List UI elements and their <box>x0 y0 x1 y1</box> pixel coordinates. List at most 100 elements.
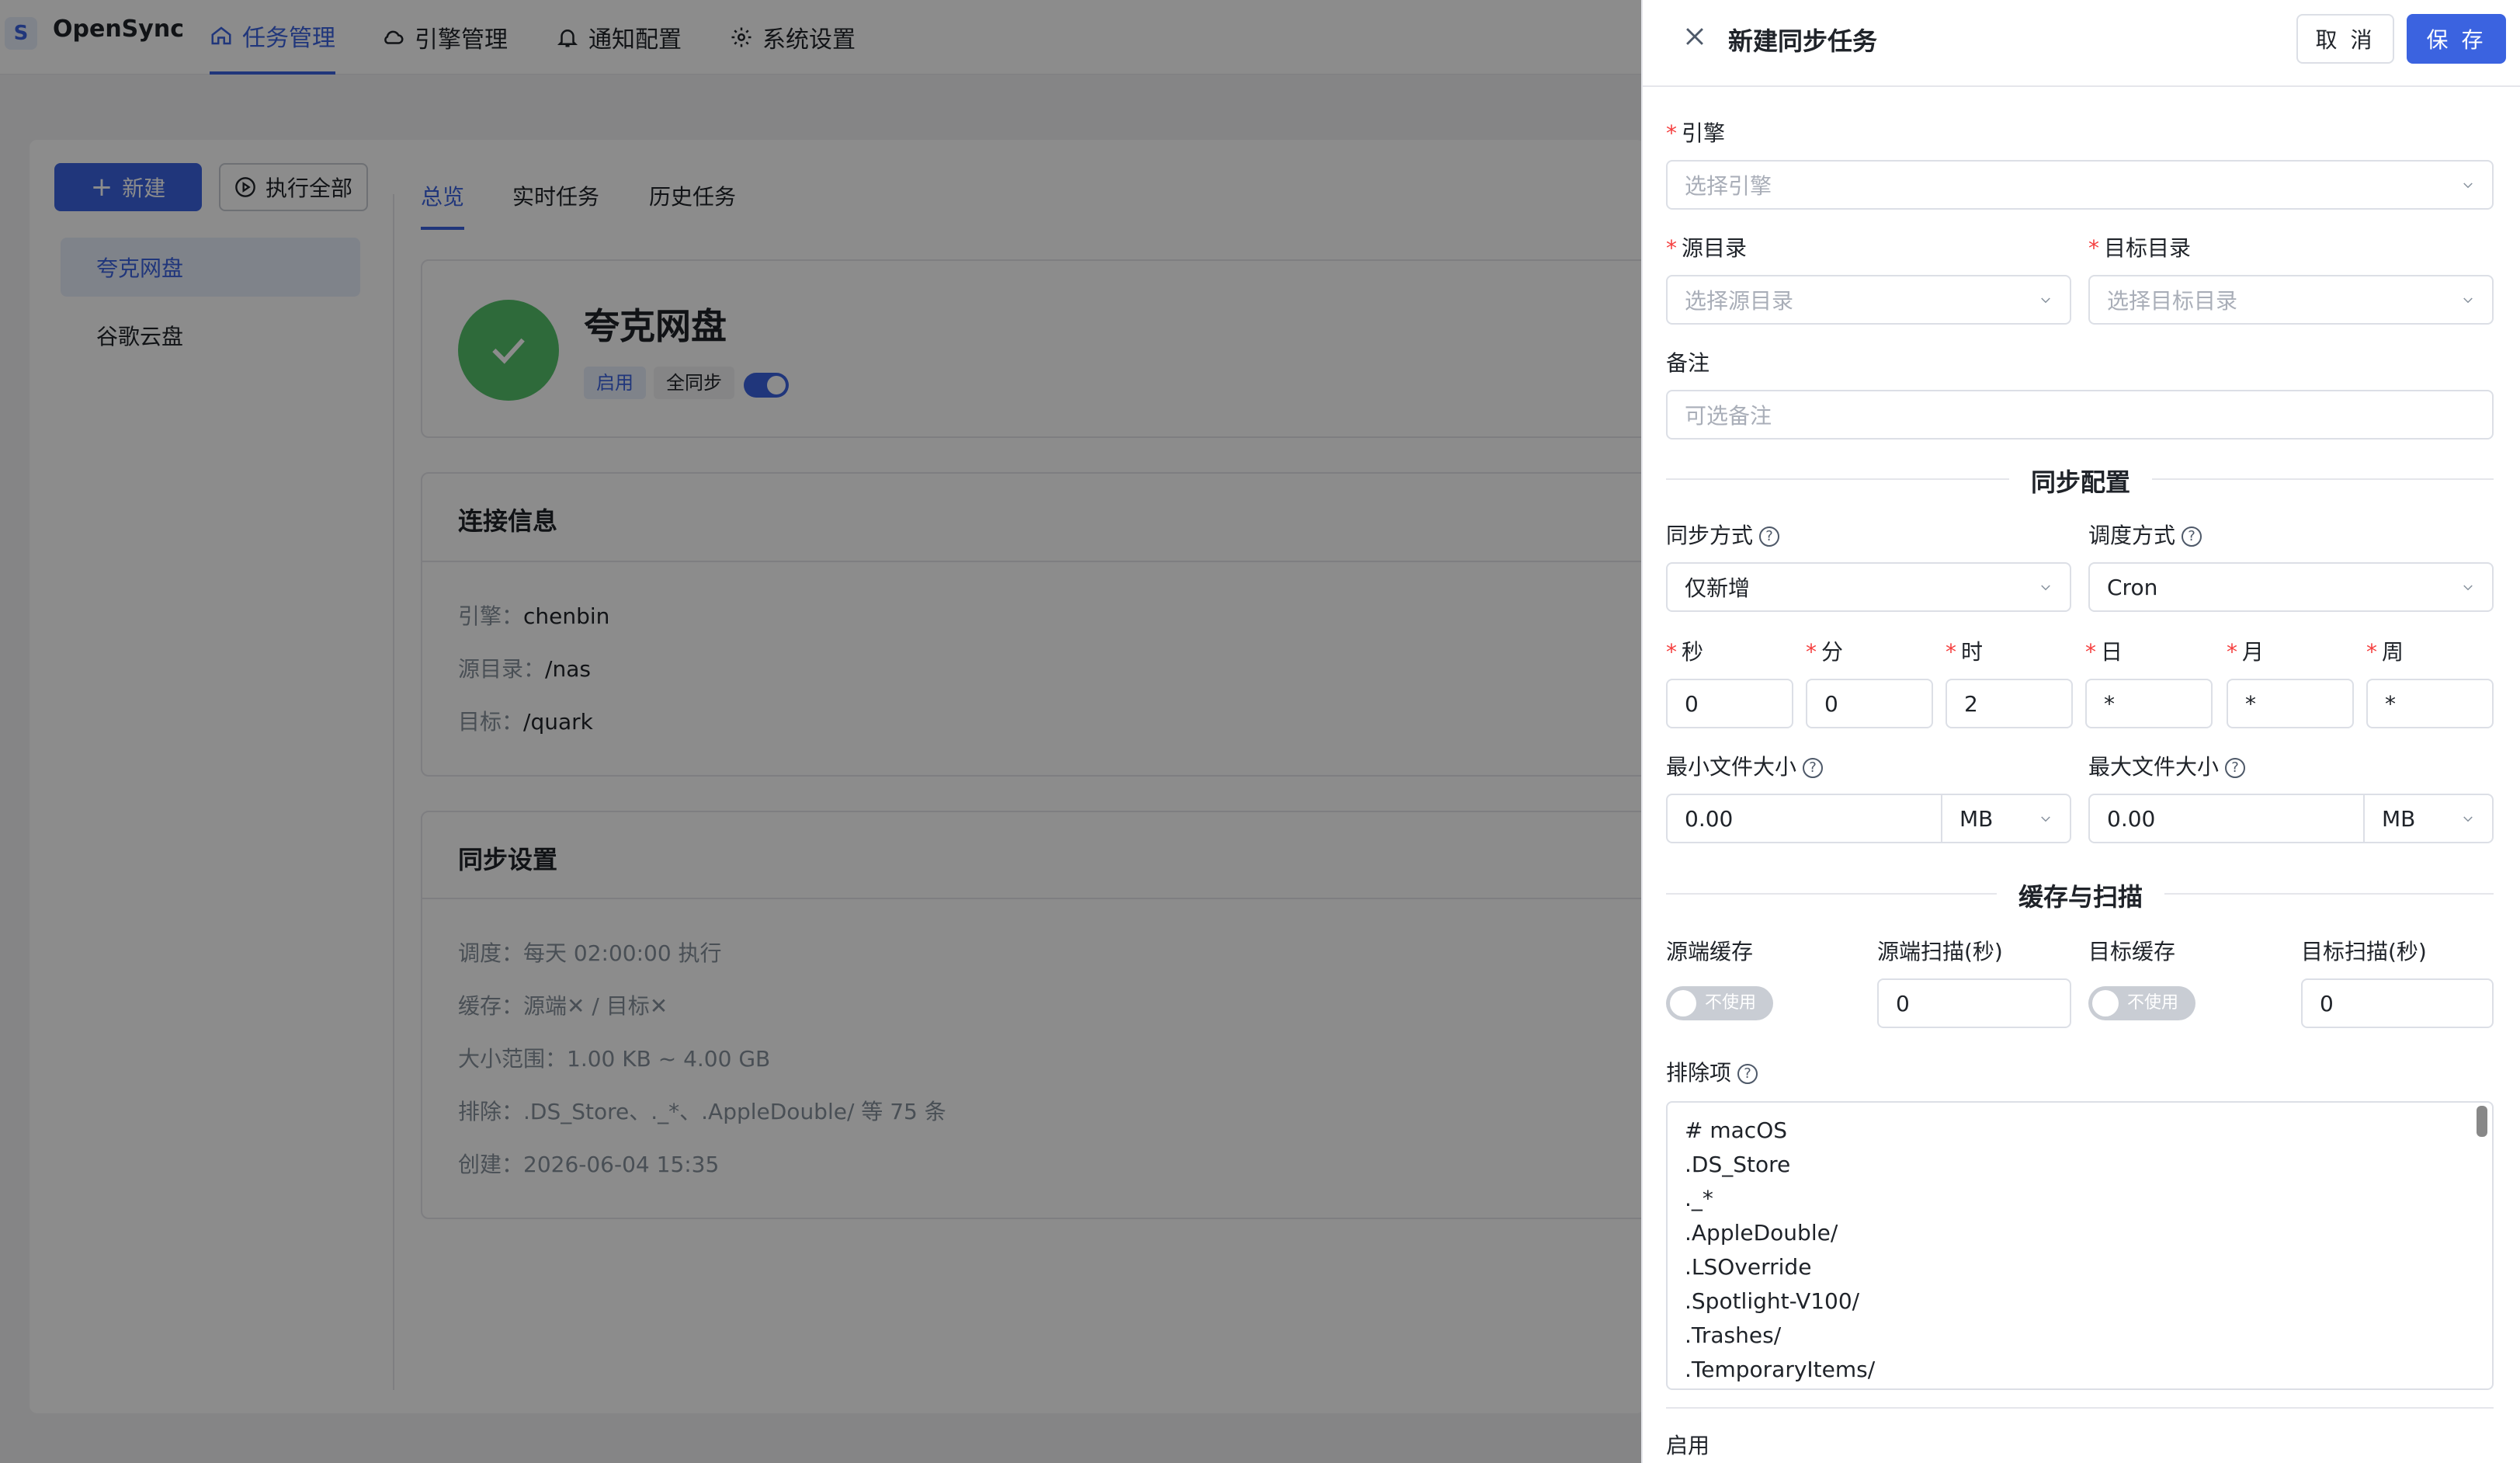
exclude-line: # macOS <box>1685 1117 1788 1143</box>
help-icon[interactable]: ? <box>1737 1064 1758 1084</box>
cron-label-text: 日 <box>2101 639 2123 665</box>
source-placeholder: 选择源目录 <box>1685 288 1794 314</box>
cron-label-text: 时 <box>1961 639 1984 665</box>
sync-mode-value: 仅新增 <box>1685 575 1751 601</box>
exclude-line: .Spotlight-V100/ <box>1685 1288 1860 1314</box>
engine-label: * 引擎 <box>1666 120 1726 146</box>
close-icon[interactable] <box>1682 23 1708 50</box>
max-size-label-text: 最大文件大小 <box>2088 754 2220 780</box>
cron-value: 2 <box>1964 690 1978 717</box>
target-dir-label: * 目标目录 <box>2088 235 2192 261</box>
toggle-text: 不使用 <box>1705 993 1757 1013</box>
save-button[interactable]: 保 存 <box>2407 14 2506 64</box>
exclude-line: .TemporaryItems/ <box>1685 1357 1876 1382</box>
source-dir-label: * 源目录 <box>1666 235 1748 261</box>
remark-placeholder: 可选备注 <box>1685 403 1772 429</box>
exclude-line: .LSOverride <box>1685 1254 1812 1280</box>
cron-value: 0 <box>1685 690 1699 717</box>
exclude-line: .AppleDouble/ <box>1685 1220 1838 1246</box>
exclude-label: 排除项? <box>1666 1056 1758 1087</box>
dst-scan-value: 0 <box>2320 990 2334 1016</box>
cron-hour-label: * 时 <box>1946 639 1984 665</box>
exclude-textarea[interactable]: # macOS .DS_Store ._* .AppleDouble/ .LSO… <box>1666 1101 2494 1390</box>
cron-minute-label: * 分 <box>1806 639 1844 665</box>
dst-scan-input[interactable]: 0 <box>2301 978 2494 1028</box>
exclude-line: ._* <box>1685 1186 1713 1211</box>
cron-week-label: * 周 <box>2366 639 2404 665</box>
cron-value: * <box>2104 690 2115 717</box>
chevron-down-icon <box>2041 816 2050 822</box>
cron-day-label: * 日 <box>2085 639 2123 665</box>
source-dir-select[interactable]: 选择源目录 <box>1666 275 2071 325</box>
cron-month-input[interactable]: * <box>2227 679 2354 728</box>
help-icon[interactable]: ? <box>1803 758 1824 778</box>
exclude-line: .Trashes/ <box>1685 1322 1782 1348</box>
src-cache-toggle[interactable]: 不使用 <box>1666 986 1773 1020</box>
min-size-label: 最小文件大小? <box>1666 750 1824 781</box>
max-size-label: 最大文件大小? <box>2088 750 2246 781</box>
section-divider <box>1666 1407 2494 1409</box>
engine-placeholder: 选择引擎 <box>1685 173 1772 199</box>
min-size-unit-select[interactable]: MB <box>1941 794 2071 843</box>
sync-mode-select[interactable]: 仅新增 <box>1666 562 2071 612</box>
cron-value: * <box>2245 690 2256 717</box>
schedule-label: 调度方式? <box>2088 519 2202 550</box>
chevron-down-icon <box>2463 816 2473 822</box>
src-scan-input[interactable]: 0 <box>1877 978 2071 1028</box>
target-dir-select[interactable]: 选择目标目录 <box>2088 275 2494 325</box>
exclude-label-text: 排除项 <box>1666 1060 1732 1086</box>
dst-cache-toggle[interactable]: 不使用 <box>2088 986 2195 1020</box>
schedule-label-text: 调度方式 <box>2088 523 2176 548</box>
cron-month-label: * 月 <box>2227 639 2265 665</box>
src-scan-label: 源端扫描(秒) <box>1877 939 2003 964</box>
cron-label-text: 秒 <box>1682 639 1704 665</box>
chevron-down-icon <box>2463 585 2473 591</box>
min-size-label-text: 最小文件大小 <box>1666 754 1797 780</box>
cancel-button[interactable]: 取 消 <box>2296 14 2394 64</box>
modal-overlay[interactable] <box>0 0 1641 1463</box>
textarea-scrollbar[interactable] <box>2477 1106 2487 1137</box>
cron-second-input[interactable]: 0 <box>1666 679 1793 728</box>
min-size-unit: MB <box>1959 805 1994 832</box>
source-label-text: 源目录 <box>1682 235 1748 261</box>
dst-scan-label: 目标扫描(秒) <box>2301 939 2427 964</box>
drawer-header: 新建同步任务 取 消 保 存 <box>1643 0 2520 87</box>
src-scan-value: 0 <box>1896 990 1910 1016</box>
engine-label-text: 引擎 <box>1682 120 1726 146</box>
cron-value: * <box>2385 690 2396 717</box>
chevron-down-icon <box>2041 585 2050 591</box>
min-size-value: 0.00 <box>1685 805 1734 832</box>
drawer-title: 新建同步任务 <box>1728 26 1878 56</box>
cron-hour-input[interactable]: 2 <box>1946 679 2073 728</box>
cron-minute-input[interactable]: 0 <box>1806 679 1933 728</box>
remark-label: 备注 <box>1666 350 1710 376</box>
max-size-unit: MB <box>2382 805 2416 832</box>
chevron-down-icon <box>2041 297 2050 304</box>
cron-second-label: * 秒 <box>1666 639 1704 665</box>
toggle-text: 不使用 <box>2127 993 2179 1013</box>
chevron-down-icon <box>2463 297 2473 304</box>
sync-mode-label: 同步方式? <box>1666 519 1780 550</box>
cache-scan-title: 缓存与扫描 <box>1997 877 2165 913</box>
max-size-input[interactable]: 0.00 <box>2088 794 2365 843</box>
dst-cache-label: 目标缓存 <box>2088 939 2176 964</box>
src-cache-label: 源端缓存 <box>1666 939 1754 964</box>
enable-label: 启用 <box>1666 1433 1710 1458</box>
sync-config-title: 同步配置 <box>2009 463 2153 499</box>
help-icon[interactable]: ? <box>2225 758 2246 778</box>
cron-label-text: 周 <box>2382 639 2404 665</box>
help-icon[interactable]: ? <box>2182 526 2202 547</box>
sync-mode-label-text: 同步方式 <box>1666 523 1754 548</box>
min-size-input[interactable]: 0.00 <box>1666 794 1942 843</box>
cron-label-text: 月 <box>2242 639 2265 665</box>
max-size-unit-select[interactable]: MB <box>2363 794 2494 843</box>
exclude-line: .DS_Store <box>1685 1152 1791 1177</box>
cron-week-input[interactable]: * <box>2366 679 2494 728</box>
cron-day-input[interactable]: * <box>2085 679 2213 728</box>
schedule-select[interactable]: Cron <box>2088 562 2494 612</box>
help-icon[interactable]: ? <box>1759 526 1780 547</box>
remark-input[interactable]: 可选备注 <box>1666 390 2494 440</box>
cron-value: 0 <box>1824 690 1838 717</box>
cron-label-text: 分 <box>1821 639 1844 665</box>
engine-select[interactable]: 选择引擎 <box>1666 160 2494 210</box>
